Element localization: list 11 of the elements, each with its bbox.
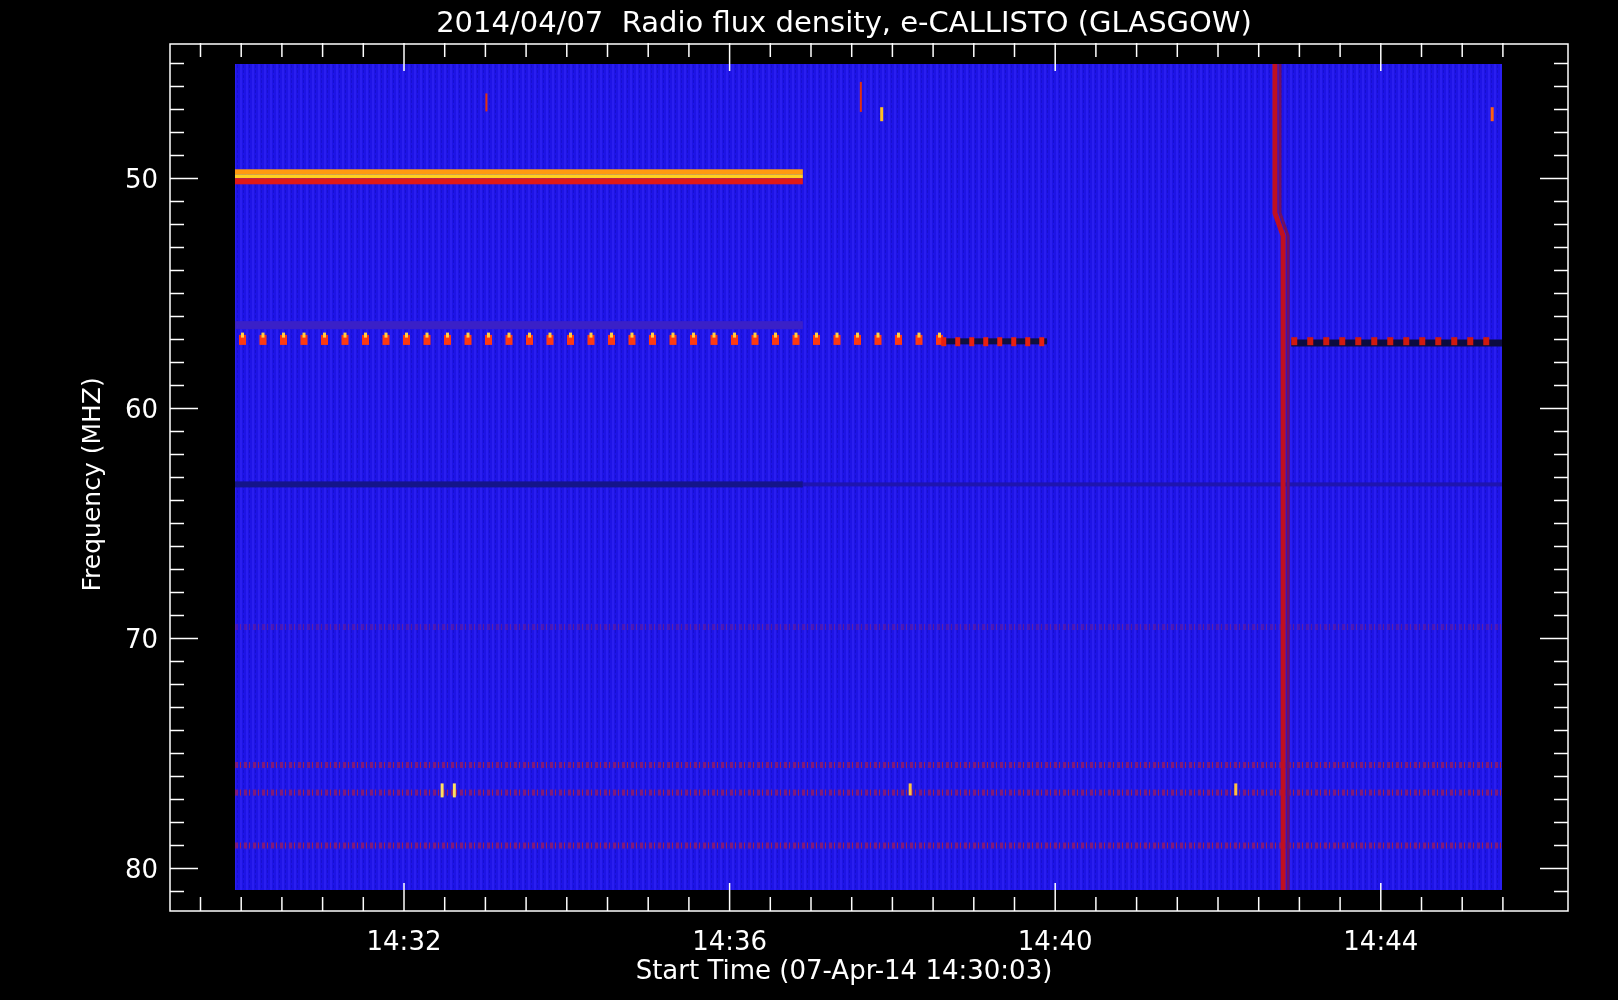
y-tick-label: 50: [124, 163, 158, 194]
x-tick-label: 14:32: [366, 926, 442, 956]
x-tick-label: 14:44: [1343, 926, 1419, 956]
y-axis-label: Frequency (MHZ): [77, 377, 106, 592]
x-tick-label: 14:40: [1017, 926, 1093, 956]
chart-title: 2014/04/07 Radio flux density, e-CALLISTO (GLASGOW): [436, 4, 1252, 39]
y-tick-label: 70: [124, 623, 158, 654]
y-tick-label: 80: [124, 853, 158, 884]
x-tick-label: 14:36: [692, 926, 768, 956]
x-axis-label: Start Time (07-Apr-14 14:30:03): [635, 955, 1053, 985]
y-tick-label: 60: [124, 393, 158, 424]
